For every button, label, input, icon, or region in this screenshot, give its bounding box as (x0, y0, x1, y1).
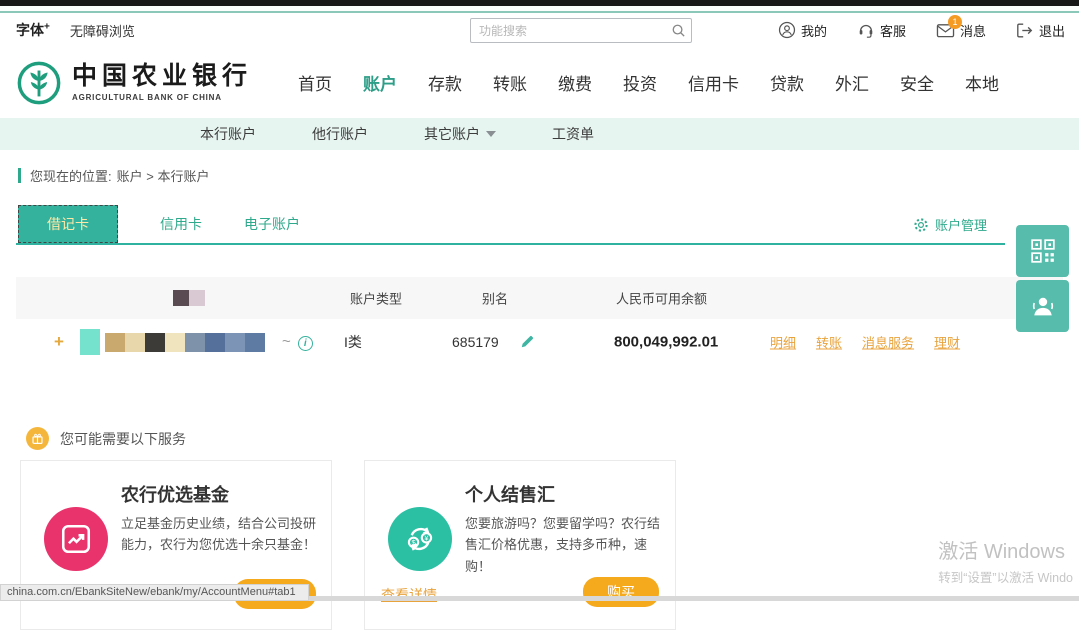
breadcrumb: 您现在的位置: 账户 > 本行账户 (18, 166, 1063, 185)
account-number-header-redacted (173, 290, 205, 306)
service-cards: 农行优选基金 立足基金历史业绩，结合公司投研能力，农行为您优选十余只基金！ ¥$… (20, 460, 676, 630)
account-number-redacted (80, 329, 265, 355)
accessibility-link[interactable]: 无障碍浏览 (70, 21, 135, 40)
subnav-payslip[interactable]: 工资单 (552, 124, 594, 144)
gear-icon (913, 217, 929, 233)
function-search[interactable] (470, 18, 692, 43)
mail-icon: 1 (936, 22, 955, 39)
currency-exchange-icon: ¥$ (388, 507, 452, 571)
nav-investment[interactable]: 投资 (623, 70, 657, 95)
tab-e-account[interactable]: 电子账户 (244, 214, 300, 234)
col-alias: 别名 (482, 289, 508, 308)
action-details[interactable]: 明细 (770, 333, 796, 352)
qr-code-button[interactable] (1016, 225, 1069, 277)
subnav-other-bank-accounts[interactable]: 他行账户 (312, 124, 368, 144)
tabs-underline (16, 243, 1005, 245)
subnav-other-accounts[interactable]: 其它账户 (424, 124, 496, 144)
breadcrumb-path: 账户 > 本行账户 (117, 166, 210, 185)
nav-home[interactable]: 首页 (298, 70, 332, 95)
card-fund[interactable]: 农行优选基金 立足基金历史业绩，结合公司投研能力，农行为您优选十余只基金！ (20, 460, 332, 630)
tab-credit-card[interactable]: 信用卡 (160, 214, 202, 234)
main-header: 中国农业银行 AGRICULTURAL BANK OF CHINA 首页 账户 … (0, 47, 1079, 118)
nav-local[interactable]: 本地 (965, 70, 999, 95)
action-transfer[interactable]: 转账 (816, 333, 842, 352)
nav-forex[interactable]: 外汇 (835, 70, 869, 95)
person-icon (1029, 292, 1057, 320)
font-size-control[interactable]: 字体+ (16, 20, 50, 40)
nav-payments[interactable]: 缴费 (558, 70, 592, 95)
unread-badge: 1 (948, 15, 962, 29)
chevron-down-icon (486, 131, 496, 137)
row-extra: ~i (282, 333, 313, 351)
row-actions: 明细 转账 消息服务 理财 (770, 333, 960, 352)
info-icon[interactable]: i (298, 336, 313, 351)
card-forex[interactable]: ¥$ 个人结售汇 您要旅游吗？您要留学吗？农行结售汇价格优惠，支持多币种，速购！… (364, 460, 676, 630)
nav-transfer[interactable]: 转账 (493, 70, 527, 95)
headset-icon (857, 21, 875, 39)
account-tabs: 借记卡 信用卡 电子账户 账户管理 (0, 205, 1079, 243)
nav-deposits[interactable]: 存款 (428, 70, 462, 95)
pencil-icon (520, 335, 534, 349)
bank-name-en: AGRICULTURAL BANK OF CHINA (72, 93, 252, 102)
card-fund-desc: 立足基金历史业绩，结合公司投研能力，农行为您优选十余只基金！ (121, 513, 319, 556)
search-input[interactable] (471, 24, 665, 38)
card-forex-title: 个人结售汇 (465, 481, 555, 507)
abc-emblem-icon (16, 60, 62, 106)
forex-buy-button[interactable]: 购买 (583, 577, 659, 607)
nav-loans[interactable]: 贷款 (770, 70, 804, 95)
qr-code-icon (1030, 238, 1056, 264)
status-bar-url: china.com.cn/EbankSiteNew/ebank/my/Accou… (0, 584, 309, 601)
account-type-value: I类 (344, 332, 362, 352)
col-balance: 人民币可用余额 (616, 289, 707, 308)
secondary-nav: 本行账户 他行账户 其它账户 工资单 (0, 118, 1079, 150)
table-header-row: 账户类型 别名 人民币可用余额 (16, 277, 1063, 319)
utility-bar: 字体+ 无障碍浏览 我的 客服 1 消息 (0, 13, 1079, 47)
customer-service-button[interactable]: 客服 (857, 21, 906, 40)
messages-button[interactable]: 1 消息 (936, 21, 986, 40)
accounts-table: 账户类型 别名 人民币可用余额 + ~i I类 685179 800,049,9… (16, 277, 1063, 365)
forex-details-link[interactable]: 查看详情 (381, 585, 437, 605)
card-fund-title: 农行优选基金 (121, 481, 229, 507)
card-forex-desc: 您要旅游吗？您要留学吗？农行结售汇价格优惠，支持多币种，速购！ (465, 513, 663, 577)
alias-value: 685179 (452, 334, 499, 350)
gift-icon (26, 427, 49, 450)
my-profile-button[interactable]: 我的 (778, 21, 827, 40)
nav-security[interactable]: 安全 (900, 70, 934, 95)
action-wealth[interactable]: 理财 (934, 333, 960, 352)
tab-debit-card[interactable]: 借记卡 (18, 205, 118, 243)
windows-activation-watermark: 激活 Windows 转到“设置”以激活 Windo (938, 535, 1073, 586)
fund-chart-icon (44, 507, 108, 571)
expand-row-button[interactable]: + (54, 332, 64, 352)
action-message-service[interactable]: 消息服务 (862, 333, 914, 352)
breadcrumb-prefix: 您现在的位置: (30, 166, 112, 185)
contact-person-button[interactable] (1016, 280, 1069, 332)
logout-button[interactable]: 退出 (1016, 21, 1065, 40)
bank-logo[interactable]: 中国农业银行 AGRICULTURAL BANK OF CHINA (16, 60, 252, 106)
services-heading: 您可能需要以下服务 (26, 427, 1079, 450)
subnav-own-accounts[interactable]: 本行账户 (200, 124, 256, 144)
nav-credit-card[interactable]: 信用卡 (688, 70, 739, 95)
search-icon[interactable] (665, 19, 691, 42)
nav-accounts[interactable]: 账户 (363, 70, 397, 95)
balance-value: 800,049,992.01 (614, 334, 718, 351)
logout-icon (1016, 22, 1034, 39)
user-circle-icon (778, 21, 796, 39)
primary-nav: 首页 账户 存款 转账 缴费 投资 信用卡 贷款 外汇 安全 本地 (298, 70, 999, 95)
col-account-type: 账户类型 (350, 289, 402, 308)
floating-side-panel (1016, 225, 1069, 335)
edit-alias-button[interactable] (520, 335, 534, 349)
account-manage-button[interactable]: 账户管理 (913, 215, 987, 234)
table-row: + ~i I类 685179 800,049,992.01 明细 转账 消息服务 (16, 319, 1063, 365)
breadcrumb-accent-bar (18, 168, 21, 183)
bank-name-cn: 中国农业银行 (72, 63, 252, 91)
